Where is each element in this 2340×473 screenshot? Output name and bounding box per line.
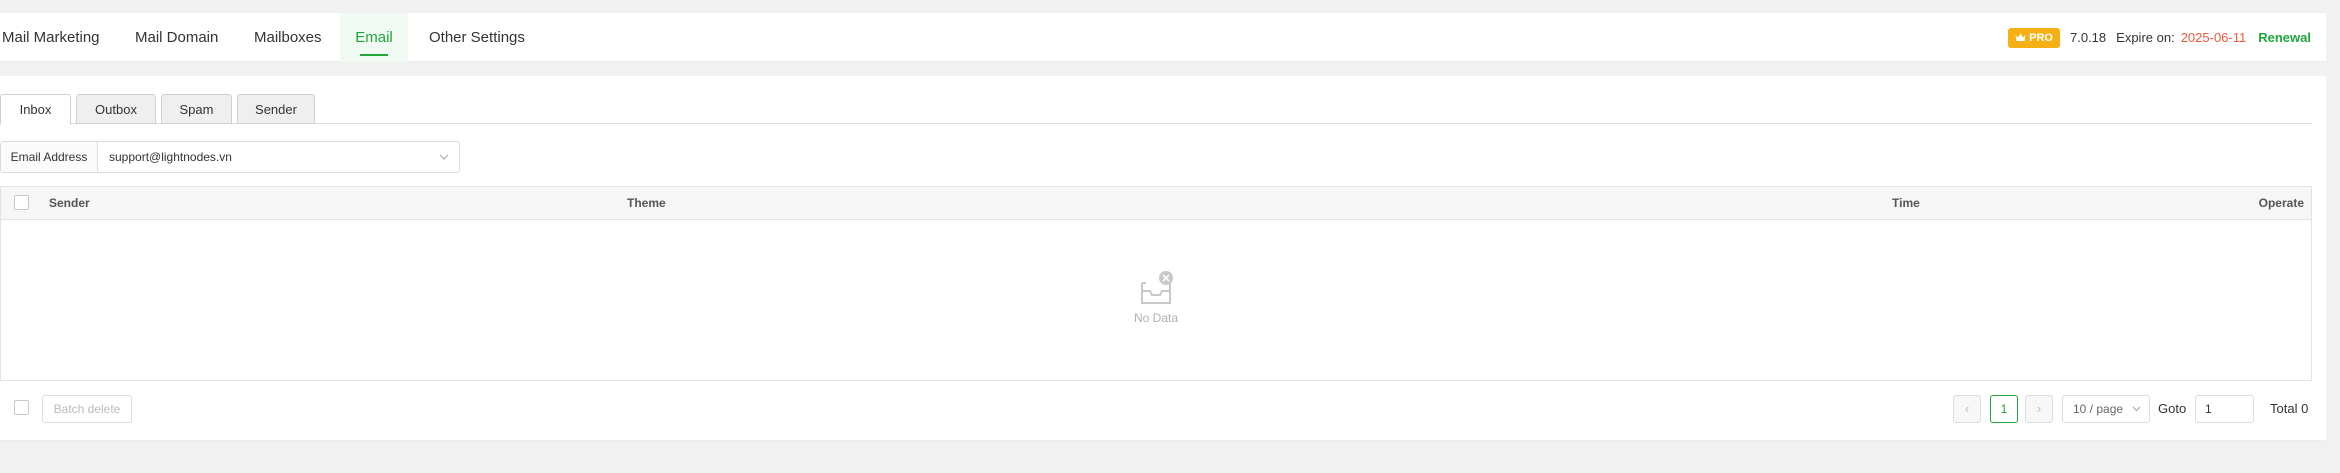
pro-badge-label: PRO (2029, 31, 2053, 44)
goto-label: Goto (2158, 401, 2187, 416)
tab-mail-marketing[interactable]: Mail Marketing (2, 13, 100, 62)
empty-inbox-icon (1141, 271, 1173, 304)
next-page-button[interactable]: › (2025, 395, 2053, 423)
chevron-down-icon (439, 154, 449, 160)
chevron-down-icon (2132, 406, 2141, 412)
crown-icon (2015, 33, 2026, 41)
select-all-checkbox[interactable] (14, 195, 29, 210)
tab-sender[interactable]: Sender (237, 94, 315, 124)
license-status: PRO 7.0.18 Expire on: 2025-06-11 Renewal (2008, 13, 2311, 62)
total-count: Total 0 (2270, 401, 2309, 416)
expire-date: 2025-06-11 (2180, 30, 2247, 45)
column-theme: Theme (627, 196, 666, 210)
column-sender: Sender (49, 196, 90, 210)
email-panel: Inbox Outbox Spam Sender Email Address s… (0, 76, 2326, 441)
tab-email[interactable]: Email (340, 13, 408, 62)
page-1-button[interactable]: 1 (1990, 395, 2018, 423)
top-nav-bar: Mail Marketing Mail Domain Mailboxes Ema… (0, 13, 2326, 62)
tab-mail-domain[interactable]: Mail Domain (135, 13, 218, 62)
batch-delete-button[interactable]: Batch delete (42, 395, 132, 423)
column-operate: Operate (2258, 196, 2304, 210)
tab-other-settings[interactable]: Other Settings (429, 13, 525, 62)
email-address-select[interactable]: Email Address support@lightnodes.vn (0, 141, 460, 173)
email-address-text: support@lightnodes.vn (109, 150, 232, 164)
tabs-divider (0, 123, 2312, 124)
empty-state-text: No Data (1133, 311, 1179, 325)
table-header: Sender Theme Time Operate (1, 187, 2311, 220)
tab-outbox[interactable]: Outbox (76, 94, 156, 124)
page-size-select[interactable]: 10 / page (2062, 395, 2150, 423)
prev-page-button[interactable]: ‹ (1953, 395, 1981, 423)
email-table: Sender Theme Time Operate No Data (0, 186, 2312, 381)
pro-badge: PRO (2008, 27, 2060, 48)
tab-inbox[interactable]: Inbox (0, 94, 71, 125)
renewal-link[interactable]: Renewal (2258, 30, 2311, 45)
version-number: 7.0.18 (2070, 30, 2107, 45)
batch-select-checkbox[interactable] (14, 400, 29, 415)
column-time: Time (1892, 196, 1920, 210)
goto-page-input[interactable] (2195, 395, 2254, 423)
email-address-value[interactable]: support@lightnodes.vn (98, 142, 459, 172)
email-address-label: Email Address (1, 142, 98, 172)
empty-state: No Data (1106, 269, 1206, 325)
expire-label: Expire on: (2116, 30, 2175, 45)
tab-mailboxes[interactable]: Mailboxes (254, 13, 322, 62)
tab-spam[interactable]: Spam (161, 94, 232, 124)
page-size-value: 10 / page (2073, 402, 2124, 416)
